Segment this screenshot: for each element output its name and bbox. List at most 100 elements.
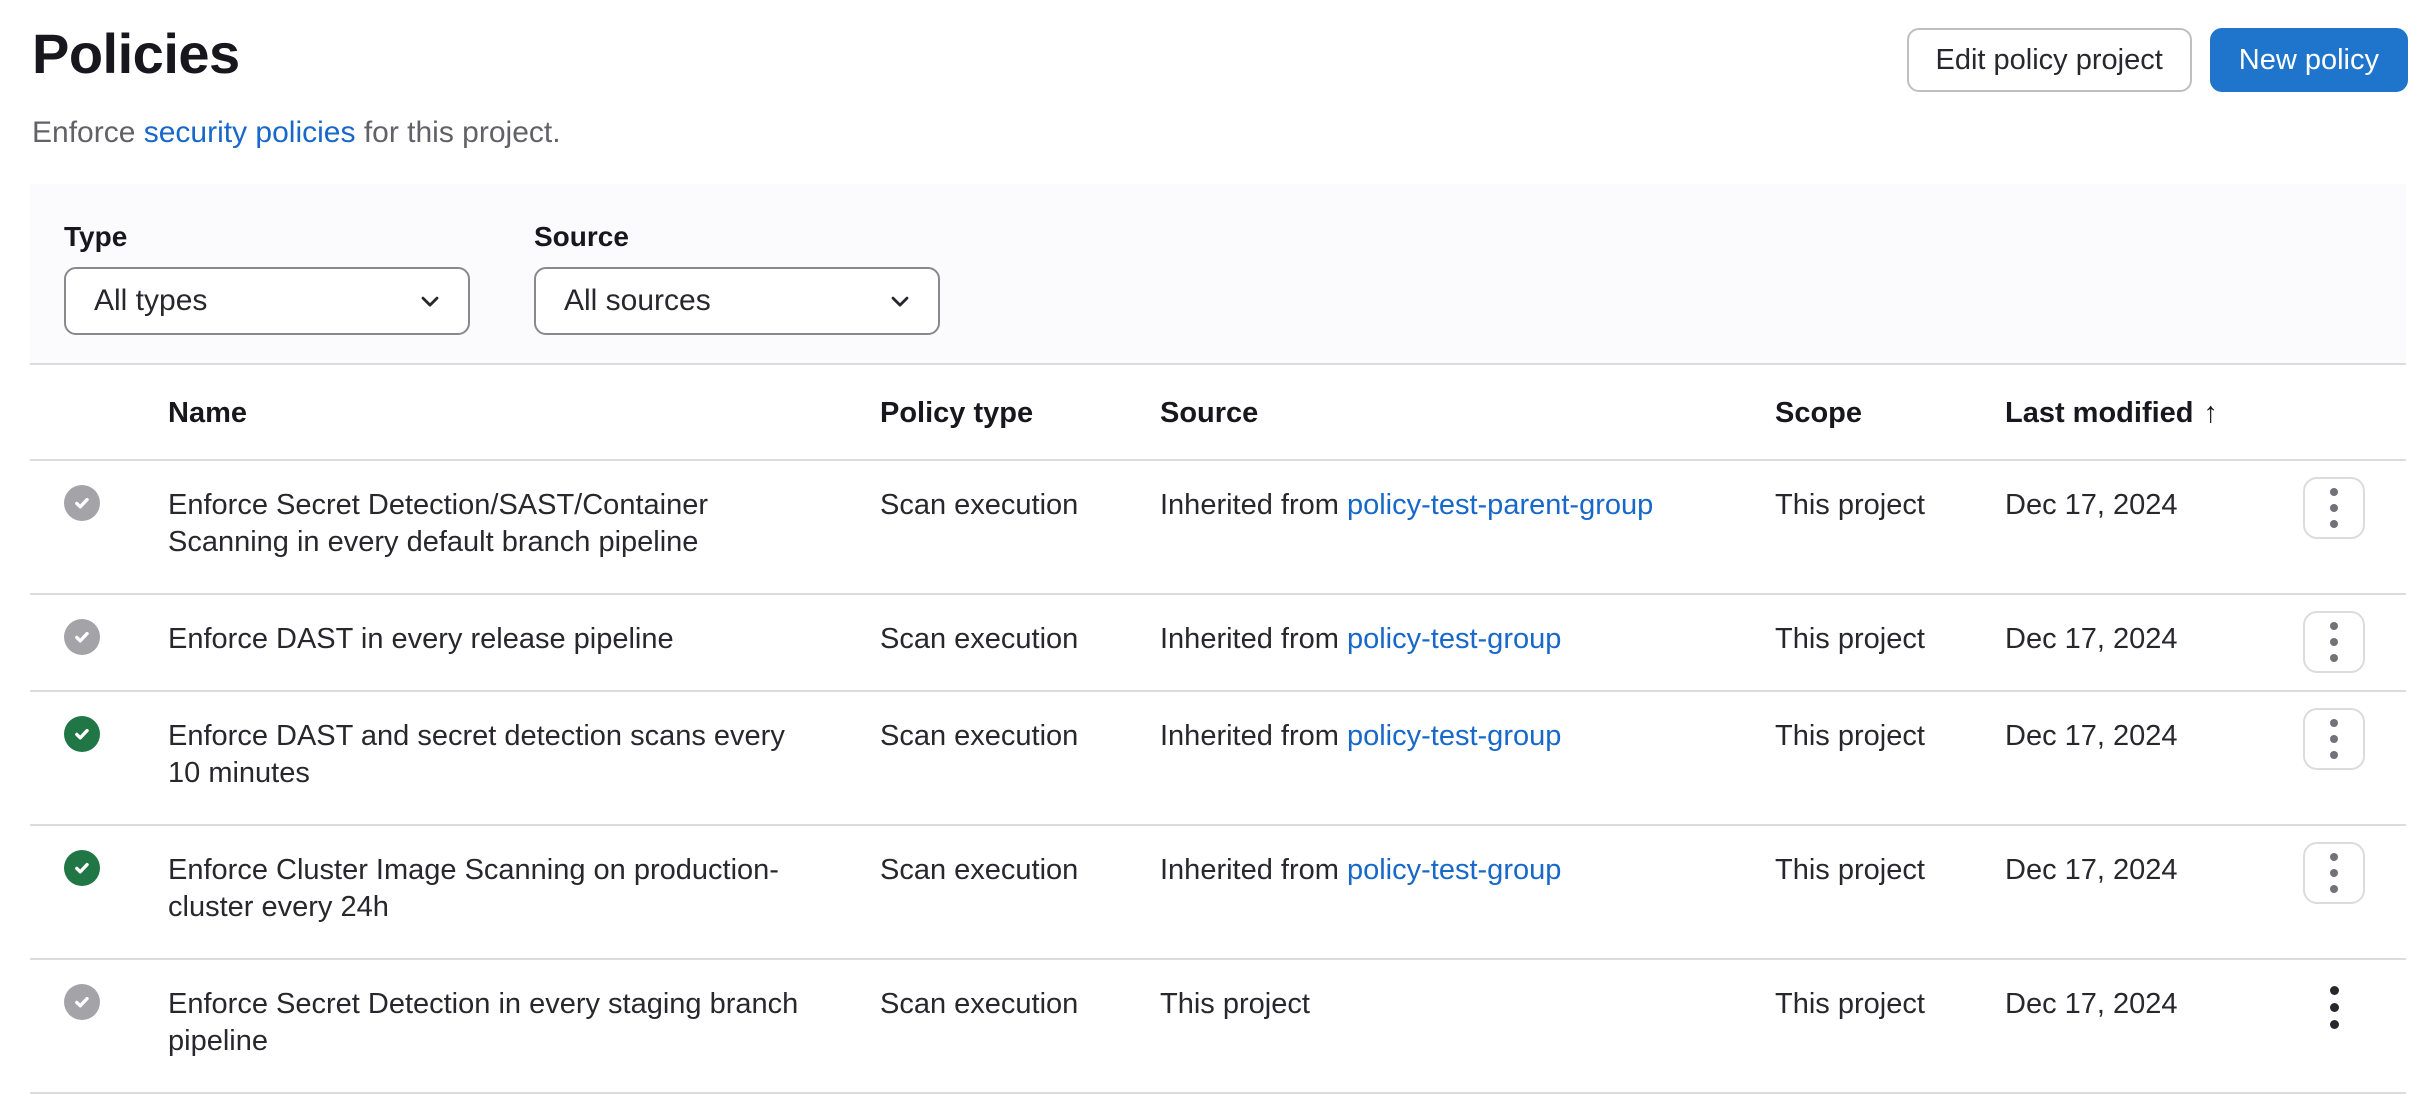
source-filter-select[interactable]: All sources — [534, 267, 940, 335]
source-filter-value: All sources — [564, 284, 711, 318]
policy-type-cell: Scan execution — [880, 595, 1160, 690]
check-circle-icon — [64, 485, 100, 521]
last-modified-cell: Dec 17, 2024 — [2005, 692, 2303, 824]
page-subtitle: Enforce security policies for this proje… — [32, 114, 2434, 152]
row-actions-kebab-button[interactable] — [2303, 477, 2365, 539]
row-actions-kebab-button[interactable] — [2303, 842, 2365, 904]
page-header-text: Policies — [30, 22, 240, 86]
policy-name-cell: Enforce Secret Detection in every stagin… — [168, 960, 848, 1092]
actions-cell — [2303, 461, 2406, 593]
source-group-link[interactable]: policy-test-group — [1347, 720, 1561, 752]
status-cell — [30, 826, 168, 958]
source-group-link[interactable]: policy-test-parent-group — [1347, 489, 1653, 521]
policy-name: Enforce DAST in every release pipeline — [168, 621, 808, 658]
chevron-down-icon — [416, 287, 444, 315]
policy-name-cell: Enforce Secret Detection/SAST/Container … — [168, 461, 848, 593]
kebab-menu-icon — [2330, 986, 2339, 995]
last-modified-cell: Dec 17, 2024 — [2005, 960, 2303, 1092]
policy-type-cell: Scan execution — [880, 826, 1160, 958]
policy-type-cell: Scan execution — [880, 461, 1160, 593]
status-cell — [30, 692, 168, 824]
policy-type-cell: Scan execution — [880, 692, 1160, 824]
scope-column-header: Scope — [1775, 365, 2005, 464]
source-text: Inherited from — [1160, 489, 1347, 521]
policy-type-cell: Scan execution — [880, 960, 1160, 1092]
scope-cell: This project — [1775, 595, 2005, 690]
last-modified-cell: Dec 17, 2024 — [2005, 595, 2303, 690]
table-body: Enforce Secret Detection/SAST/Container … — [30, 461, 2406, 1094]
table-row: Enforce DAST in every release pipeline S… — [30, 595, 2406, 692]
source-text: Inherited from — [1160, 854, 1347, 886]
last-modified-cell: Dec 17, 2024 — [2005, 826, 2303, 958]
scope-cell: This project — [1775, 461, 2005, 593]
type-filter-label: Type — [64, 220, 470, 254]
sort-ascending-icon: ↑ — [2204, 397, 2219, 429]
row-actions-kebab-button[interactable] — [2303, 708, 2365, 770]
source-group-link[interactable]: policy-test-group — [1347, 623, 1561, 655]
source-cell: Inherited from policy-test-parent-group — [1160, 461, 1775, 593]
check-circle-icon — [64, 716, 100, 752]
actions-cell — [2303, 960, 2406, 1092]
policy-name-cell: Enforce DAST in every release pipeline — [168, 595, 848, 690]
page-header: Policies Edit policy project New policy — [30, 0, 2434, 92]
check-circle-icon — [64, 850, 100, 886]
type-filter: Type All types — [64, 220, 470, 335]
chevron-down-icon — [886, 287, 914, 315]
type-filter-select[interactable]: All types — [64, 267, 470, 335]
last-modified-column-header[interactable]: Last modified↑ — [2005, 365, 2303, 464]
type-filter-value: All types — [94, 284, 207, 318]
source-cell: Inherited from policy-test-group — [1160, 595, 1775, 690]
source-cell: Inherited from policy-test-group — [1160, 826, 1775, 958]
table-row: Enforce Cluster Image Scanning on produc… — [30, 826, 2406, 960]
actions-cell — [2303, 826, 2406, 958]
scope-cell: This project — [1775, 692, 2005, 824]
check-circle-icon — [64, 619, 100, 655]
actions-column-header — [2303, 365, 2406, 464]
source-filter: Source All sources — [534, 220, 940, 335]
source-column-header: Source — [1160, 365, 1775, 464]
policy-name-cell: Enforce Cluster Image Scanning on produc… — [168, 826, 848, 958]
policy-name: Enforce Secret Detection in every stagin… — [168, 986, 808, 1060]
new-policy-button[interactable]: New policy — [2210, 28, 2408, 92]
edit-policy-project-button[interactable]: Edit policy project — [1907, 28, 2192, 92]
kebab-menu-icon — [2330, 719, 2338, 727]
security-policies-link[interactable]: security policies — [144, 116, 356, 149]
table-row: Enforce DAST and secret detection scans … — [30, 692, 2406, 826]
header-actions: Edit policy project New policy — [1907, 28, 2409, 92]
source-cell: This project — [1160, 960, 1775, 1092]
filter-bar: Type All types Source All sources — [30, 184, 2406, 365]
source-cell: Inherited from policy-test-group — [1160, 692, 1775, 824]
scope-cell: This project — [1775, 960, 2005, 1092]
actions-cell — [2303, 595, 2406, 690]
policy-name: Enforce DAST and secret detection scans … — [168, 718, 808, 792]
kebab-menu-icon — [2330, 622, 2338, 630]
check-circle-icon — [64, 984, 100, 1020]
subtitle-prefix: Enforce — [32, 116, 144, 149]
source-filter-label: Source — [534, 220, 940, 254]
actions-cell — [2303, 692, 2406, 824]
status-column-header — [30, 365, 168, 464]
policy-type-column-header: Policy type — [880, 365, 1160, 464]
scope-cell: This project — [1775, 826, 2005, 958]
kebab-menu-icon — [2330, 853, 2338, 861]
row-actions-kebab-button[interactable] — [2303, 976, 2365, 1038]
name-column-header: Name — [168, 365, 880, 464]
status-cell — [30, 960, 168, 1092]
source-text: This project — [1160, 988, 1310, 1020]
page-title: Policies — [32, 22, 240, 86]
policies-page: Policies Edit policy project New policy … — [0, 0, 2434, 1100]
table-row: Enforce Secret Detection/SAST/Container … — [30, 461, 2406, 595]
policy-name: Enforce Secret Detection/SAST/Container … — [168, 487, 808, 561]
row-actions-kebab-button[interactable] — [2303, 611, 2365, 673]
kebab-menu-icon — [2330, 488, 2338, 496]
policies-table: Name Policy type Source Scope Last modif… — [30, 365, 2406, 1094]
source-text: Inherited from — [1160, 720, 1347, 752]
status-cell — [30, 461, 168, 593]
source-group-link[interactable]: policy-test-group — [1347, 854, 1561, 886]
last-modified-cell: Dec 17, 2024 — [2005, 461, 2303, 593]
policy-name-cell: Enforce DAST and secret detection scans … — [168, 692, 848, 824]
table-header-row: Name Policy type Source Scope Last modif… — [30, 365, 2406, 461]
subtitle-suffix: for this project. — [355, 116, 560, 149]
status-cell — [30, 595, 168, 690]
policy-name: Enforce Cluster Image Scanning on produc… — [168, 852, 808, 926]
